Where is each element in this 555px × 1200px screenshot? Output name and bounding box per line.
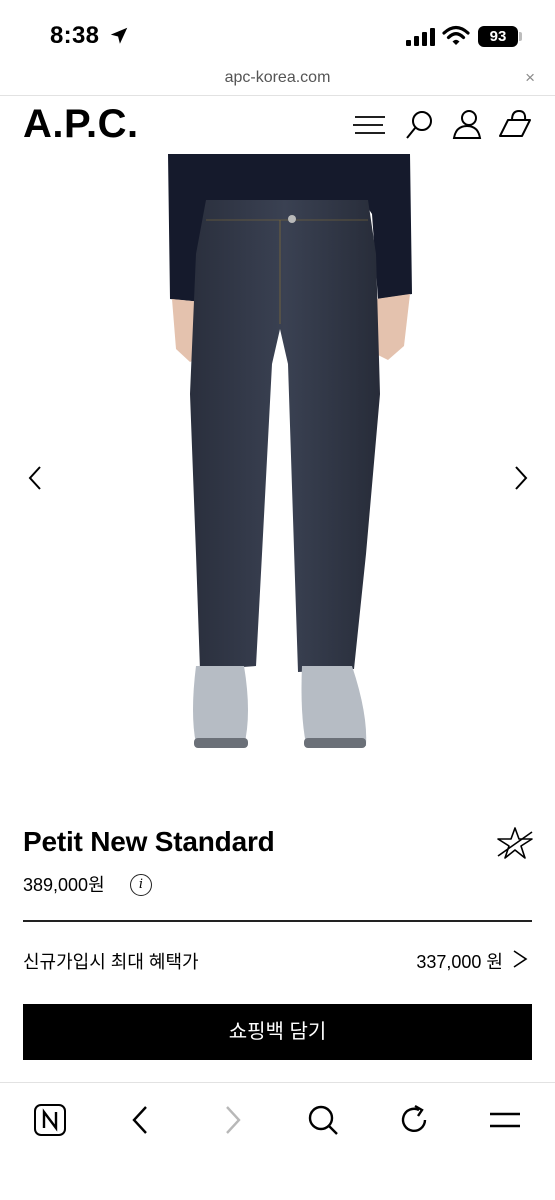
search-icon[interactable] — [403, 108, 437, 142]
status-time: 8:38 — [50, 22, 100, 49]
product-image[interactable] — [0, 154, 555, 790]
forward-icon[interactable] — [215, 1103, 249, 1137]
close-icon[interactable]: × — [525, 68, 535, 88]
battery-icon: 93 — [478, 26, 518, 47]
chevron-right-icon[interactable] — [510, 948, 530, 970]
search-icon[interactable] — [306, 1103, 340, 1137]
location-arrow-icon — [110, 27, 128, 44]
back-icon[interactable] — [124, 1103, 158, 1137]
browser-toolbar — [0, 1082, 555, 1200]
chevron-right-icon[interactable] — [510, 464, 530, 492]
menu-icon[interactable] — [352, 108, 386, 142]
signal-icon — [406, 28, 435, 46]
naver-home-icon[interactable] — [33, 1103, 67, 1137]
member-benefit-price[interactable]: 337,000 원 — [416, 948, 503, 974]
url-text[interactable]: apc-korea.com — [0, 69, 555, 87]
favorite-star-icon[interactable] — [496, 826, 534, 860]
wifi-icon — [442, 25, 470, 45]
member-benefit-label[interactable]: 신규가입시 최대 혜택가 — [23, 948, 199, 974]
info-icon[interactable]: i — [130, 874, 152, 896]
site-header: A.P.C. — [0, 96, 555, 154]
product-name: Petit New Standard — [23, 826, 275, 857]
account-icon[interactable] — [450, 108, 484, 142]
battery-nub — [519, 32, 522, 41]
site-logo[interactable]: A.P.C. — [23, 102, 139, 147]
chevron-left-icon[interactable] — [26, 464, 46, 492]
menu-icon[interactable] — [488, 1103, 522, 1137]
product-price: 389,000원 — [23, 875, 105, 895]
bag-icon[interactable] — [498, 108, 532, 142]
url-bar[interactable]: apc-korea.com × — [0, 60, 555, 96]
reload-icon[interactable] — [397, 1103, 431, 1137]
add-to-cart-button[interactable]: 쇼핑백 담기 — [23, 1004, 532, 1060]
divider — [23, 920, 532, 922]
